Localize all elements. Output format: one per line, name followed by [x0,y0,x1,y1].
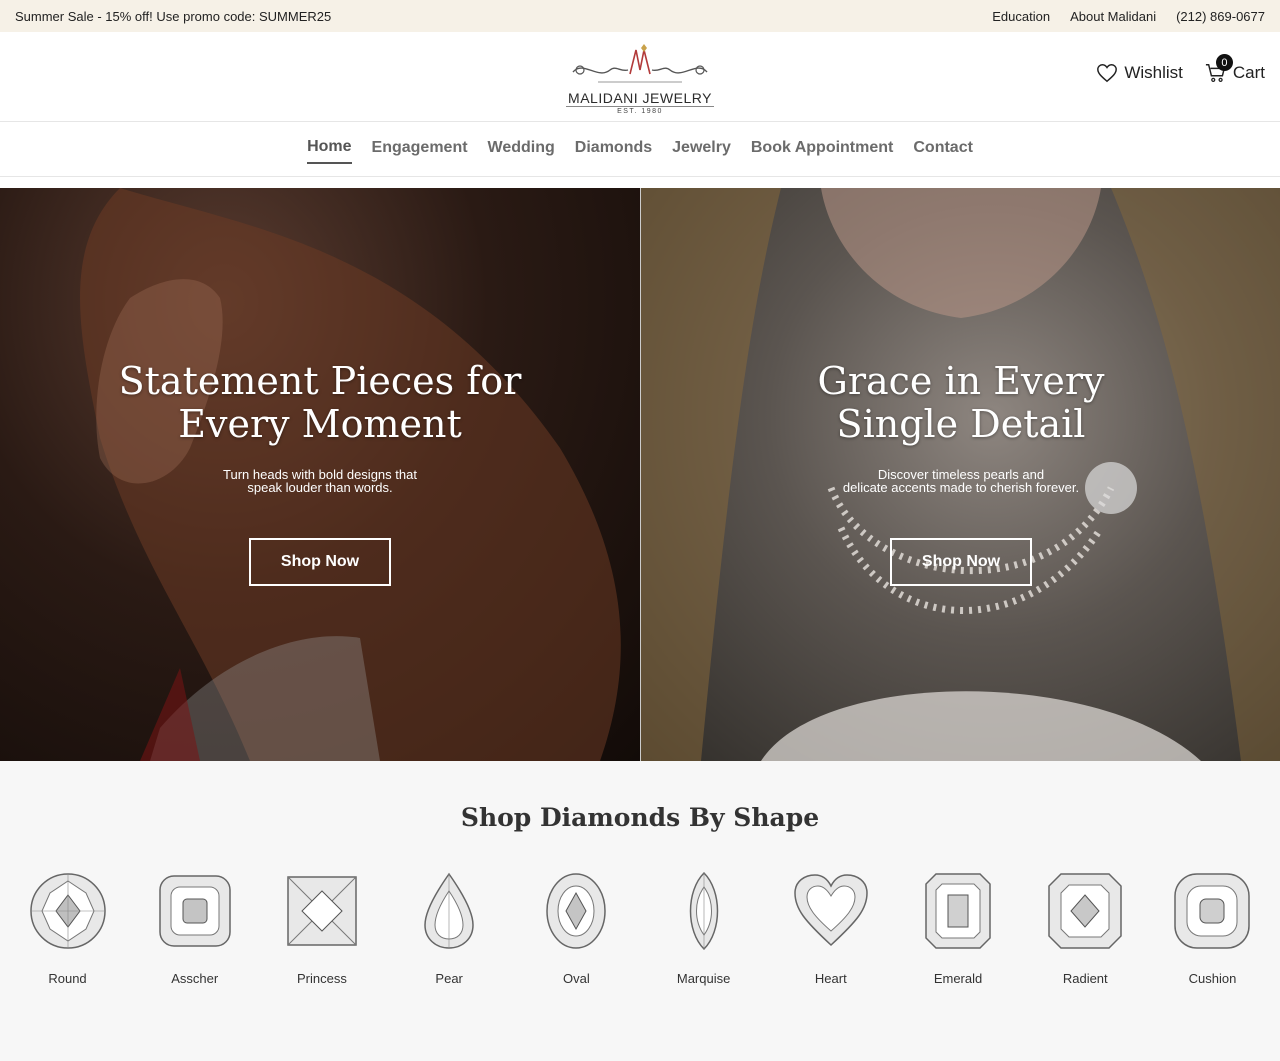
shop-by-shape-section: Shop Diamonds By Shape Round Asscher Pri… [0,761,1280,1061]
emerald-diamond-icon [925,873,991,949]
shape-label: Cushion [1188,971,1237,986]
section-title: Shop Diamonds By Shape [460,803,820,832]
shape-label: Emerald [933,971,983,986]
main-nav: Home Engagement Wedding Diamonds Jewelry… [0,122,1280,177]
education-link[interactable]: Education [992,9,1050,24]
hero-section: Statement Pieces for Every Moment Turn h… [0,188,1280,761]
hero-content: Grace in Every Single Detail Discover ti… [641,360,1280,586]
hero-content: Statement Pieces for Every Moment Turn h… [0,360,640,586]
hero-subtitle-line: speak louder than words. [247,480,393,495]
shape-emerald[interactable]: Emerald [895,871,1022,986]
header-actions: Wishlist 0 Cart [1096,54,1265,84]
nav-item-wedding[interactable]: Wedding [488,135,555,163]
oval-diamond-icon [546,873,607,949]
cart-button[interactable]: 0 Cart [1205,54,1265,84]
shop-now-button[interactable]: Shop Now [248,538,392,586]
logo-text: MALIDANI JEWELRY [568,90,712,106]
hero-subtitle: Turn heads with bold designs that speak … [160,468,480,494]
logo-divider [566,106,714,107]
site-header: MALIDANI JEWELRY EST. 1980 Wishlist 0 Ca… [0,32,1280,122]
heart-icon [1097,64,1118,83]
shape-label: Oval [563,971,590,986]
pear-diamond-icon [424,872,474,949]
nav-item-jewelry[interactable]: Jewelry [672,135,731,163]
shape-pear[interactable]: Pear [386,871,513,986]
hero-title: Statement Pieces for Every Moment [0,360,640,446]
shape-round[interactable]: Round [4,871,131,986]
shape-list: Round Asscher Princess Pear Oval Marquis… [0,871,1280,986]
shape-radiant[interactable]: Radient [1022,871,1149,986]
hero-banner-statement[interactable]: Statement Pieces for Every Moment Turn h… [0,188,640,761]
hero-title-line: Statement Pieces for [118,359,522,403]
promo-bar: Summer Sale - 15% off! Use promo code: S… [0,0,1280,32]
shape-label: Asscher [171,971,219,986]
shape-label: Pear [435,971,463,986]
shape-label: Marquise [676,971,731,986]
wishlist-button[interactable]: Wishlist [1096,62,1183,84]
nav-item-book-appointment[interactable]: Book Appointment [751,135,894,163]
nav-item-engagement[interactable]: Engagement [372,135,468,163]
heart-diamond-icon [794,874,868,947]
round-diamond-icon [29,873,106,949]
shop-now-button[interactable]: Shop Now [889,538,1033,586]
shape-asscher[interactable]: Asscher [131,871,258,986]
shape-marquise[interactable]: Marquise [640,871,767,986]
shape-label: Radient [1062,971,1108,986]
hero-subtitle-line: delicate accents made to cherish forever… [842,480,1080,495]
about-link[interactable]: About Malidani [1070,9,1156,24]
shape-label: Round [48,971,87,986]
shape-label: Heart [814,971,847,986]
phone-link[interactable]: (212) 869-0677 [1176,9,1265,24]
radiant-diamond-icon [1048,873,1122,949]
shape-oval[interactable]: Oval [513,871,640,986]
promo-text: Summer Sale - 15% off! Use promo code: S… [15,8,332,24]
hero-title-line: Single Detail [836,402,1086,446]
wishlist-label: Wishlist [1124,63,1183,82]
shape-heart[interactable]: Heart [767,871,894,986]
cart-count-badge: 0 [1215,54,1233,71]
logo[interactable]: MALIDANI JEWELRY EST. 1980 [558,40,722,116]
nav-item-diamonds[interactable]: Diamonds [575,135,652,163]
hero-banner-pearls[interactable]: Grace in Every Single Detail Discover ti… [640,188,1280,761]
cart-label: Cart [1232,63,1265,82]
cushion-diamond-icon [1174,873,1251,949]
marquise-diamond-icon [689,871,718,951]
shape-princess[interactable]: Princess [258,871,385,986]
nav-item-contact[interactable]: Contact [913,135,973,163]
shape-label: Princess [297,971,347,986]
asscher-diamond-icon [158,875,231,947]
promo-links: Education About Malidani (212) 869-0677 [992,9,1265,24]
logo-ornament-icon [572,44,708,83]
shape-cushion[interactable]: Cushion [1149,871,1276,986]
hero-subtitle: Discover timeless pearls and delicate ac… [801,468,1121,494]
hero-title-line: Grace in Every [817,359,1105,403]
princess-diamond-icon [287,876,357,946]
hero-title: Grace in Every Single Detail [641,360,1280,446]
nav-item-home[interactable]: Home [307,134,352,164]
logo-est: EST. 1980 [617,108,663,115]
hero-title-line: Every Moment [178,402,462,446]
